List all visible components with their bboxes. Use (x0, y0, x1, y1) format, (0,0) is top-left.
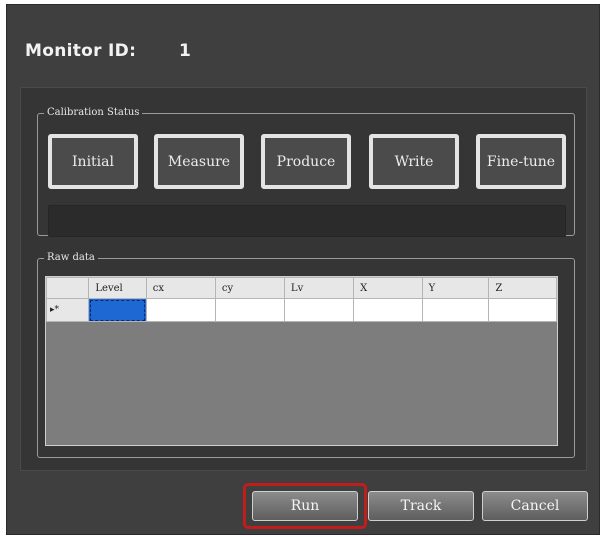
raw-data-group: Raw data Level cx cy Lv X Y Z ▸* (37, 253, 575, 458)
new-row-marker[interactable]: ▸* (45, 298, 90, 322)
level-cell[interactable] (88, 298, 147, 322)
calibration-status-group: Calibration Status Initial Measure Produ… (37, 107, 575, 237)
measure-step-button[interactable]: Measure (154, 134, 244, 189)
main-panel: Calibration Status Initial Measure Produ… (20, 87, 587, 471)
table-row: ▸* (45, 298, 557, 322)
cancel-button[interactable]: Cancel (482, 491, 588, 521)
fine-tune-step-button[interactable]: Fine-tune (476, 134, 566, 189)
row-header-corner (45, 277, 90, 299)
column-header-y[interactable]: Y (421, 277, 490, 299)
raw-data-table: Level cx cy Lv X Y Z ▸* (45, 277, 557, 322)
column-header-z[interactable]: Z (488, 277, 557, 299)
monitor-id-value: 1 (179, 41, 192, 61)
monitor-id-header: Monitor ID: 1 (25, 41, 191, 61)
monitor-id-label: Monitor ID: (25, 41, 137, 61)
column-header-lv[interactable]: Lv (283, 277, 355, 299)
x-cell[interactable] (353, 298, 423, 322)
calibration-progress-bar (48, 205, 566, 237)
raw-data-grid[interactable]: Level cx cy Lv X Y Z ▸* (45, 276, 558, 446)
y-cell[interactable] (421, 298, 490, 322)
calibration-status-legend: Calibration Status (47, 107, 140, 118)
write-step-button[interactable]: Write (369, 134, 459, 189)
cy-cell[interactable] (214, 298, 285, 322)
lv-cell[interactable] (283, 298, 355, 322)
cx-cell[interactable] (145, 298, 216, 322)
column-header-level[interactable]: Level (88, 277, 147, 299)
run-button[interactable]: Run (252, 491, 358, 521)
column-header-x[interactable]: X (353, 277, 423, 299)
table-header-row: Level cx cy Lv X Y Z (45, 277, 557, 299)
track-button[interactable]: Track (368, 491, 474, 521)
produce-step-button[interactable]: Produce (261, 134, 351, 189)
calibration-window: Monitor ID: 1 Calibration Status Initial… (6, 4, 600, 535)
column-header-cx[interactable]: cx (145, 277, 216, 299)
column-header-cy[interactable]: cy (214, 277, 285, 299)
z-cell[interactable] (488, 298, 557, 322)
raw-data-legend: Raw data (47, 252, 95, 263)
initial-step-button[interactable]: Initial (48, 134, 138, 189)
